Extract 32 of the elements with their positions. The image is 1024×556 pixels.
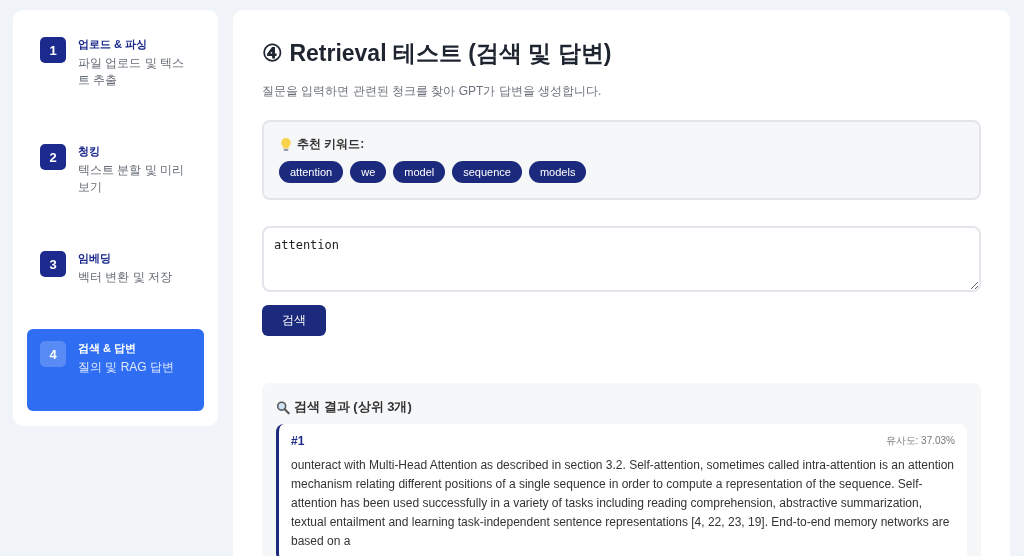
search-button[interactable]: 검색 [262,305,326,336]
step-description: 벡터 변환 및 저장 [78,269,172,286]
keyword-chip[interactable]: we [350,161,387,183]
step-number: 3 [40,251,66,277]
step-description: 질의 및 RAG 답변 [78,359,174,376]
step-item[interactable]: 4 검색 & 답변 질의 및 RAG 답변 [27,329,204,411]
results-title: 검색 결과 (상위 3개) [294,398,412,416]
keyword-chip[interactable]: sequence [452,161,522,183]
lightbulb-icon [279,137,293,152]
result-rank: #1 [291,434,305,448]
step-number: 2 [40,144,66,170]
step-title: 검색 & 답변 [78,341,138,356]
keyword-chip[interactable]: model [393,161,446,183]
page-subtitle: 질문을 입력하면 관련된 청크를 찾아 GPT가 답변을 생성합니다. [262,83,603,100]
search-icon [276,399,290,415]
step-item[interactable]: 2 청킹 텍스트 분할 및 미리보기 [27,139,204,217]
step-title: 청킹 [78,144,101,159]
step-number: 4 [40,341,66,367]
step-title: 임베딩 [78,251,112,266]
step-item[interactable]: 3 임베딩 벡터 변환 및 저장 [27,246,204,324]
keyword-label: 추천 키워드: [297,136,365,153]
step-item[interactable]: 1 업로드 & 파싱 파일 업로드 및 텍스트 추출 [27,32,204,110]
keyword-chip[interactable]: attention [279,161,344,183]
page-title: ④ Retrieval 테스트 (검색 및 답변) [262,39,613,68]
keyword-chip[interactable]: models [528,161,587,183]
step-description: 파일 업로드 및 텍스트 추출 [78,55,185,89]
query-input-field[interactable]: attention [262,226,981,292]
similarity-score: 유사도: 37.03% [885,434,955,448]
result-text: ounteract with Multi-Head Attention as described in section 3.2. Self-attention, sometimes called intra-attention is an attention mechanism relating different positions of a single sequence in order to compute a representation of the sequence. Self-attention has been used successfully in a variety of tasks including reading comprehension, abstractive summarization, textual entailment and learning task-independent sentence representations [4, 22, 23, 19]. End-to-end memory networks are based on a [291,457,955,550]
step-title: 업로드 & 파싱 [78,37,149,52]
step-description: 텍스트 분할 및 미리보기 [78,162,185,196]
step-number: 1 [40,37,66,63]
